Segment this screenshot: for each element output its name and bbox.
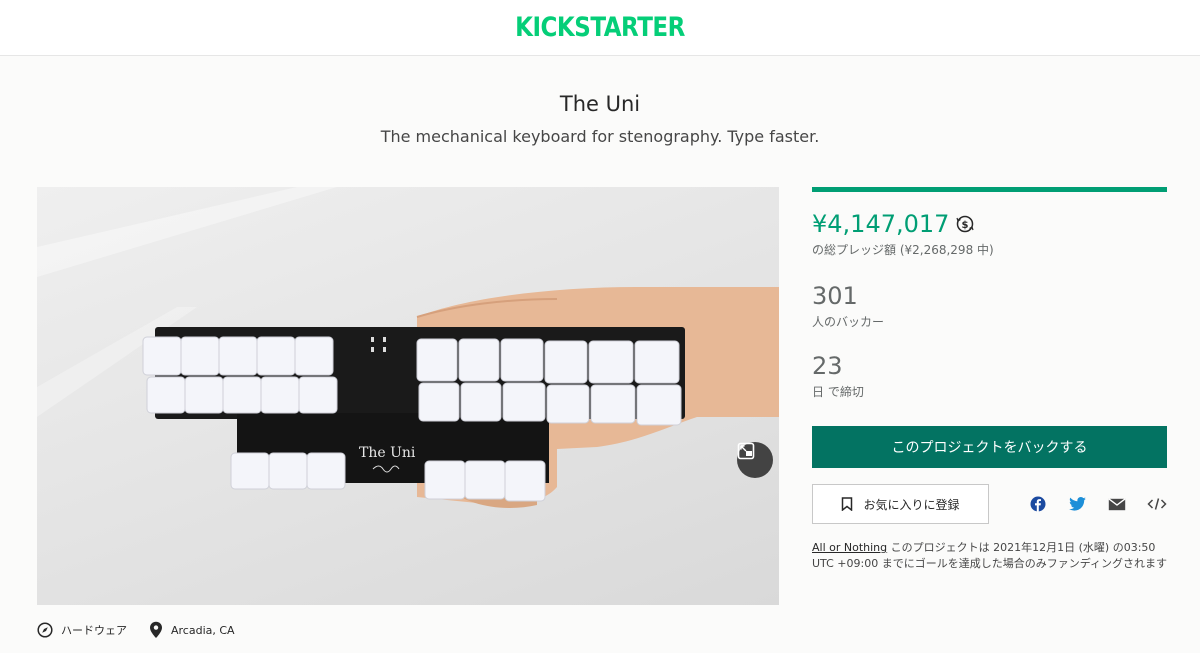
funding-model-note: All or Nothing このプロジェクトは 2021年12月1日 (水曜)… bbox=[812, 540, 1167, 572]
twitter-icon bbox=[1068, 497, 1086, 511]
compass-icon bbox=[37, 622, 53, 638]
map-pin-icon bbox=[150, 621, 162, 638]
category-label: ハードウェア bbox=[61, 624, 127, 637]
svg-text:$: $ bbox=[962, 220, 969, 231]
days-left-label: 日 で締切 bbox=[812, 385, 864, 399]
email-icon bbox=[1108, 497, 1126, 510]
project-subtitle: The mechanical keyboard for stenography.… bbox=[380, 127, 820, 146]
picture-in-picture-icon bbox=[737, 442, 755, 460]
pledged-amount-row: ¥4,147,017 $ bbox=[812, 210, 975, 238]
funding-progress-bar bbox=[812, 187, 1167, 192]
embed-icon bbox=[1147, 498, 1167, 510]
backers-count: 301 bbox=[812, 282, 858, 310]
currency-conversion-icon[interactable]: $ bbox=[955, 214, 975, 234]
location-label: Arcadia, CA bbox=[171, 623, 235, 637]
device-label: The Uni bbox=[359, 445, 416, 461]
days-left-count: 23 bbox=[812, 352, 843, 380]
save-project-button[interactable]: お気に入りに登録 bbox=[812, 484, 989, 524]
bookmark-icon bbox=[842, 497, 853, 511]
all-or-nothing-link[interactable]: All or Nothing bbox=[812, 541, 887, 554]
location-link[interactable]: Arcadia, CA bbox=[149, 621, 235, 639]
share-email-button[interactable] bbox=[1107, 494, 1127, 514]
save-button-label: お気に入りに登録 bbox=[863, 497, 960, 512]
project-video[interactable]: The Uni bbox=[37, 187, 779, 605]
kickstarter-logo[interactable]: KICKSTARTER bbox=[515, 13, 685, 43]
facebook-icon bbox=[1030, 496, 1046, 512]
pledged-goal-label: の総プレッジ額 (¥2,268,298 中) bbox=[812, 243, 994, 257]
category-link[interactable]: ハードウェア bbox=[37, 622, 127, 638]
backers-label: 人のバッカー bbox=[812, 315, 885, 329]
share-twitter-button[interactable] bbox=[1067, 494, 1087, 514]
back-project-button[interactable]: このプロジェクトをバックする bbox=[812, 426, 1167, 468]
top-bar: KICKSTARTER bbox=[0, 0, 1200, 56]
embed-code-button[interactable] bbox=[1147, 494, 1167, 514]
video-frame-illustration: The Uni bbox=[37, 187, 779, 508]
pledged-amount: ¥4,147,017 bbox=[812, 210, 950, 238]
project-meta: ハードウェア Arcadia, CA bbox=[37, 621, 257, 639]
share-facebook-button[interactable] bbox=[1028, 494, 1048, 514]
project-title: The Uni bbox=[559, 92, 641, 116]
picture-in-picture-button[interactable] bbox=[737, 442, 773, 478]
